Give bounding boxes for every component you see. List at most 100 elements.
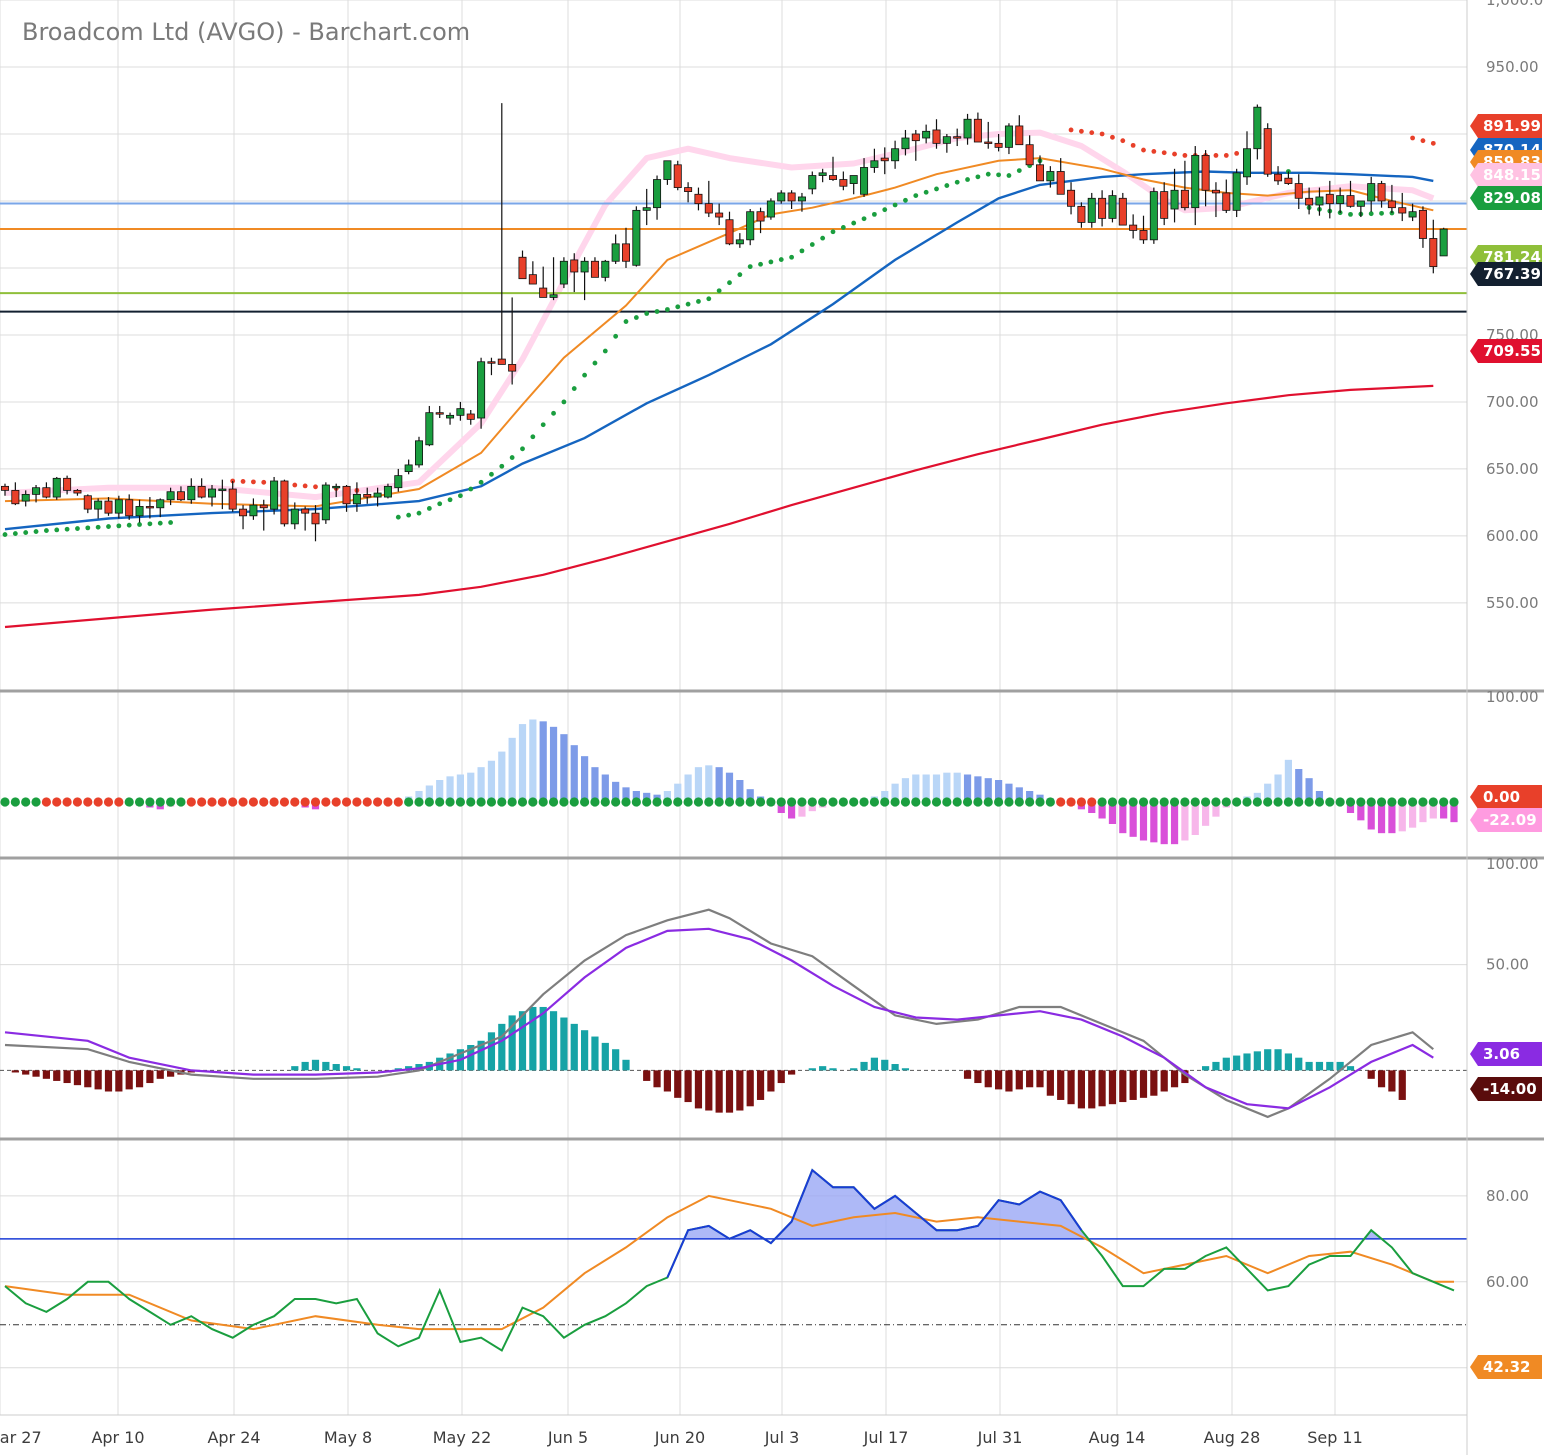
macd-histogram-bar [1398, 1070, 1406, 1100]
squeeze-dot [228, 797, 238, 807]
squeeze-dot [0, 797, 10, 807]
macd-histogram-bar [715, 1070, 723, 1113]
candle-body [425, 412, 434, 446]
squeeze-dot [559, 797, 569, 807]
macd-histogram-bar [1077, 1070, 1085, 1109]
candle-body [363, 493, 372, 498]
squeeze-dot [983, 797, 993, 807]
psar-dot [1016, 168, 1022, 174]
candle-body [1129, 224, 1138, 231]
macd-histogram-bar [612, 1049, 620, 1071]
squeeze-dot [486, 797, 497, 807]
macd-histogram-bar [1046, 1070, 1054, 1096]
squeeze-dot [476, 797, 486, 807]
x-tick-label: Jul 3 [764, 1428, 800, 1447]
macd-histogram-bar [353, 1068, 361, 1071]
momentum-bar [487, 760, 496, 802]
candle-body [911, 133, 920, 142]
macd-histogram-bar [756, 1070, 765, 1100]
squeeze-dot [186, 797, 196, 807]
candle-body [104, 500, 113, 514]
squeeze-dot [1335, 797, 1345, 807]
candle-body [611, 243, 620, 262]
psar-dot [54, 527, 60, 533]
candle-body [870, 160, 879, 168]
squeeze-dot [994, 797, 1004, 807]
squeeze-dot [1387, 797, 1397, 807]
rsi-panel[interactable] [0, 1168, 1467, 1352]
candle-body [1294, 183, 1303, 199]
candle-body [52, 477, 61, 498]
squeeze-dot [787, 797, 797, 807]
psar-dot [75, 526, 80, 531]
macd-histogram-bar [63, 1070, 71, 1084]
squeeze-dot [279, 797, 290, 807]
squeeze-dot [631, 797, 641, 807]
psar-dot [251, 479, 256, 485]
squeeze-dot [962, 797, 973, 807]
psar-dot [571, 386, 577, 391]
macd-histogram-bar [1129, 1070, 1137, 1100]
squeeze-dot [424, 797, 434, 807]
tag-label: 891.99 [1483, 117, 1541, 135]
psar-dot [789, 254, 794, 260]
psar-dot [509, 455, 515, 460]
macd-histogram-bar [963, 1070, 972, 1079]
psar-dot [116, 523, 122, 529]
candle-body [922, 130, 931, 139]
candle-body [342, 485, 351, 505]
psar-dot [872, 211, 877, 217]
price-panel[interactable] [0, 103, 1467, 629]
macd-histogram-bar [322, 1061, 330, 1071]
squeeze-dot [72, 797, 83, 807]
tag-label: 848.15 [1483, 166, 1541, 184]
momentum-bar [549, 726, 558, 802]
price-tag: 829.08 [1470, 186, 1542, 210]
x-tick-label: Jul 31 [977, 1428, 1023, 1447]
squeeze-dot [197, 797, 207, 807]
macd-histogram-bar [549, 1011, 558, 1071]
macd-histogram-bar [974, 1070, 982, 1084]
psar-dot [1234, 151, 1240, 156]
candle-body [239, 508, 248, 517]
psar-dot [137, 522, 142, 527]
squeeze-dot [1066, 797, 1076, 807]
psar-dot [520, 446, 525, 452]
psar-dot [1151, 148, 1157, 154]
squeeze-dot [1159, 797, 1169, 807]
psar-dot [44, 528, 49, 533]
macd-histogram-bar [767, 1070, 775, 1092]
squeeze-dot [849, 797, 859, 807]
candle-body [1118, 197, 1127, 226]
macd-histogram-bar [1295, 1057, 1303, 1071]
psar-dot [468, 486, 474, 492]
psar-dot [168, 520, 174, 525]
y-tick-label: 100.00 [1486, 855, 1539, 873]
candle-body [1274, 173, 1283, 182]
psar-dot [1430, 140, 1436, 146]
psar-dot [747, 264, 753, 270]
squeeze-dot [828, 797, 838, 807]
psar-dot [499, 463, 505, 469]
candle-body [259, 504, 268, 509]
candle-body [1232, 172, 1241, 211]
squeeze-dot [1397, 797, 1407, 807]
candle-body [694, 193, 703, 205]
momentum-panel[interactable] [0, 719, 1459, 845]
candle-body [156, 499, 165, 509]
candle-body [942, 136, 951, 144]
psar-dot [768, 259, 774, 265]
squeeze-dot [41, 797, 52, 807]
macd-histogram-bar [104, 1070, 113, 1092]
psar-dot [1089, 130, 1095, 136]
psar-dot [106, 524, 111, 529]
macd-histogram-bar [311, 1059, 320, 1071]
squeeze-dot [1087, 797, 1097, 807]
squeeze-dot [652, 797, 662, 807]
macd-histogram-bar [581, 1030, 589, 1071]
squeeze-dot [300, 797, 310, 807]
macd-panel[interactable] [0, 908, 1467, 1119]
macd-histogram-bar [1346, 1066, 1355, 1071]
psar-dot [561, 399, 567, 405]
chart-title: Broadcom Ltd (AVGO) - Barchart.com [22, 18, 470, 46]
